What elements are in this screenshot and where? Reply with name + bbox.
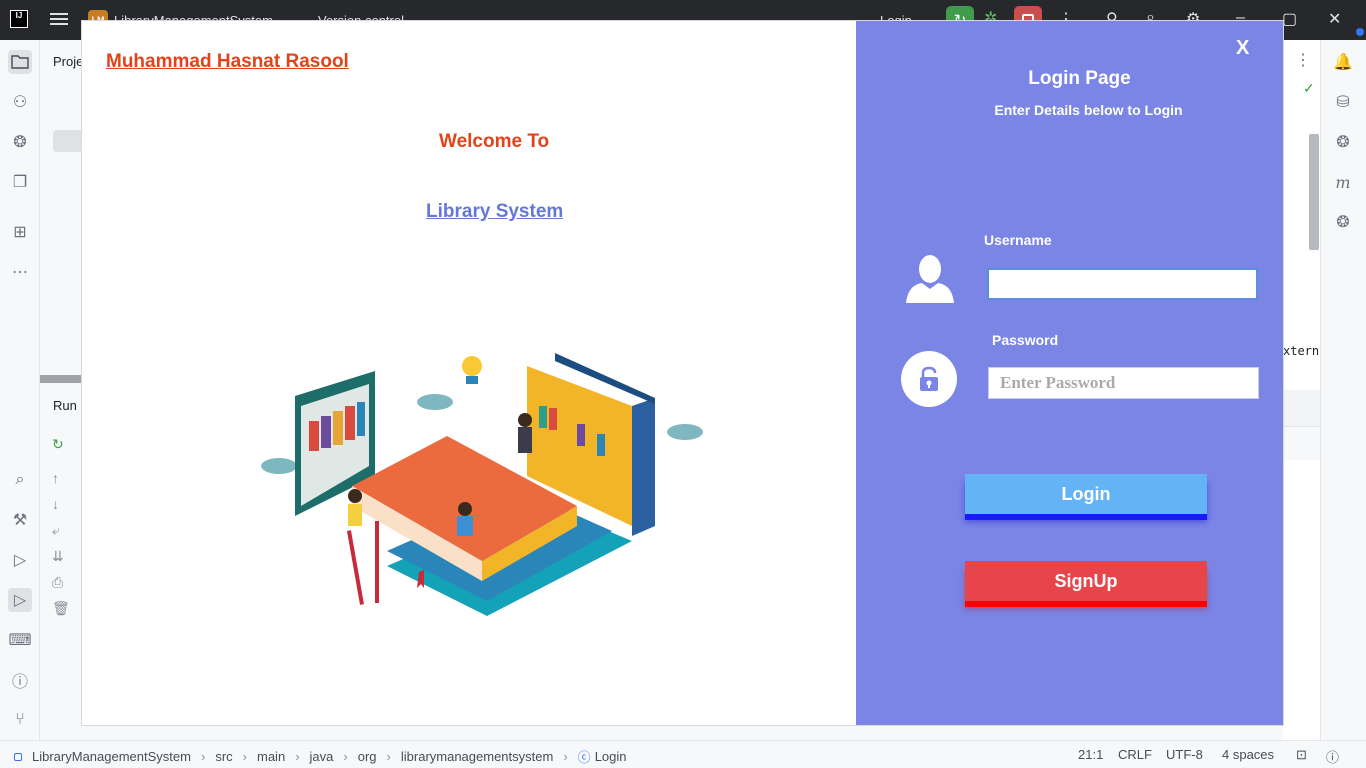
terminal-icon[interactable]: ⌨ <box>8 628 32 652</box>
welcome-heading: Welcome To <box>439 131 550 152</box>
structure-icon[interactable]: ⚇ <box>8 90 32 114</box>
panel-splitter[interactable] <box>40 375 84 383</box>
inspection-ok-icon: ✓ <box>1303 80 1315 96</box>
ai-chat-icon[interactable]: ❂ <box>1331 210 1355 234</box>
breadcrumb-item[interactable]: librarymanagementsystem <box>401 749 553 764</box>
lock-icon[interactable]: ⊡ <box>1296 747 1307 763</box>
main-menu-icon[interactable] <box>50 10 68 28</box>
run-tool-title[interactable]: Run <box>53 398 77 413</box>
breadcrumb-item[interactable]: Login <box>595 749 627 764</box>
notification-dot <box>1356 28 1364 36</box>
project-tree-selection[interactable] <box>53 130 83 152</box>
copilot-icon[interactable]: ❂ <box>1331 130 1355 154</box>
chevron-right-icon: › <box>563 749 568 764</box>
services-icon[interactable]: ▷ <box>8 548 32 572</box>
module-square-icon <box>14 752 22 761</box>
system-name-link[interactable]: Library System <box>426 201 563 223</box>
run-tool-icon[interactable]: ▷ <box>8 588 32 612</box>
user-icon <box>906 255 954 303</box>
project-tool-title[interactable]: Proje <box>53 54 83 69</box>
print-icon[interactable]: ⎙ <box>52 574 63 591</box>
indent-setting[interactable]: 4 spaces <box>1222 747 1274 762</box>
line-separator[interactable]: CRLF <box>1118 747 1152 762</box>
close-window-icon[interactable]: ✕ <box>1328 9 1341 29</box>
maven-icon[interactable]: m <box>1331 170 1355 194</box>
class-icon: ⓒ <box>577 750 591 765</box>
right-tool-stripe: 🔔 ⛁ ❂ m ❂ <box>1320 40 1366 740</box>
arrow-up-icon[interactable]: ↑ <box>52 470 59 486</box>
notifications-bell-icon[interactable]: 🔔 <box>1331 50 1355 74</box>
rerun-small-icon[interactable]: ↻ <box>52 436 64 453</box>
breadcrumb-item[interactable]: main <box>257 749 285 764</box>
find-icon[interactable]: ⌕ <box>8 468 32 492</box>
chevron-right-icon: › <box>386 749 391 764</box>
database-icon[interactable]: ⛁ <box>1331 90 1355 114</box>
project-folder-icon[interactable] <box>8 50 32 74</box>
run-panel-toolbar <box>1283 426 1320 460</box>
close-button[interactable]: X <box>1236 37 1249 60</box>
breadcrumb-item[interactable]: org <box>358 749 377 764</box>
chevron-right-icon: › <box>295 749 300 764</box>
password-field[interactable] <box>988 367 1259 399</box>
chevron-right-icon: › <box>200 749 206 764</box>
author-name: Muhammad Hasnat Rasool <box>106 51 349 72</box>
lock-icon <box>901 351 957 407</box>
login-button[interactable]: Login <box>965 474 1207 514</box>
left-tool-stripe: ⚇ ❂ ❐ ⊞ ⋯ ⌕ ⚒ ▷ ▷ ⌨ ⓘ ⑂ <box>0 40 40 740</box>
password-label: Password <box>992 332 1059 348</box>
editor-scrollbar[interactable] <box>1309 134 1319 250</box>
trash-icon[interactable]: 🗑 <box>52 600 70 617</box>
login-window: Muhammad Hasnat Rasool Welcome To Librar… <box>82 21 1283 725</box>
scroll-to-end-icon[interactable]: ⇊ <box>52 548 64 565</box>
signup-button[interactable]: SignUp <box>965 561 1207 601</box>
chevron-right-icon: › <box>242 749 247 764</box>
editor-code-fragment: xtern <box>1283 344 1320 358</box>
ai-assistant-icon[interactable]: ❂ <box>8 130 32 154</box>
username-field[interactable] <box>987 268 1258 300</box>
arrow-down-icon[interactable]: ↓ <box>52 496 59 512</box>
login-subtitle: Enter Details below to Login <box>994 102 1183 118</box>
login-title: Login Page <box>1028 68 1131 89</box>
more-tools-icon[interactable]: ⋯ <box>8 260 32 284</box>
editor-options-icon[interactable]: ⋮ <box>1295 50 1311 70</box>
file-encoding[interactable]: UTF-8 <box>1166 747 1203 762</box>
bookmarks-icon[interactable]: ❐ <box>8 170 32 194</box>
maximize-icon[interactable]: ▢ <box>1282 9 1297 29</box>
problems-icon[interactable]: ⓘ <box>8 668 32 692</box>
git-branch-icon[interactable]: ⑂ <box>8 708 32 732</box>
breadcrumb-item[interactable]: java <box>310 749 334 764</box>
library-illustration <box>261 353 703 616</box>
run-panel-header <box>1283 390 1320 426</box>
soft-wrap-icon[interactable]: ⤶ <box>52 522 60 539</box>
tool-panel: Proje Run ↻ ↑ ↓ ⤶ ⇊ ⎙ 🗑 <box>40 40 84 740</box>
intellij-logo-icon[interactable]: IJ <box>10 10 28 28</box>
caret-position[interactable]: 21:1 <box>1078 747 1103 762</box>
login-panel: X Login Page Enter Details below to Logi… <box>856 21 1283 725</box>
chevron-right-icon: › <box>343 749 348 764</box>
build-hammer-icon[interactable]: ⚒ <box>8 508 32 532</box>
warning-icon[interactable]: ⓘ <box>1326 747 1339 766</box>
breadcrumb-item[interactable]: src <box>215 749 232 764</box>
status-bar: LibraryManagementSystem › src › main › j… <box>0 740 1366 768</box>
breadcrumb-item[interactable]: LibraryManagementSystem <box>32 749 191 764</box>
breadcrumb: LibraryManagementSystem › src › main › j… <box>14 747 627 766</box>
username-label: Username <box>984 232 1052 248</box>
plugins-icon[interactable]: ⊞ <box>8 220 32 244</box>
